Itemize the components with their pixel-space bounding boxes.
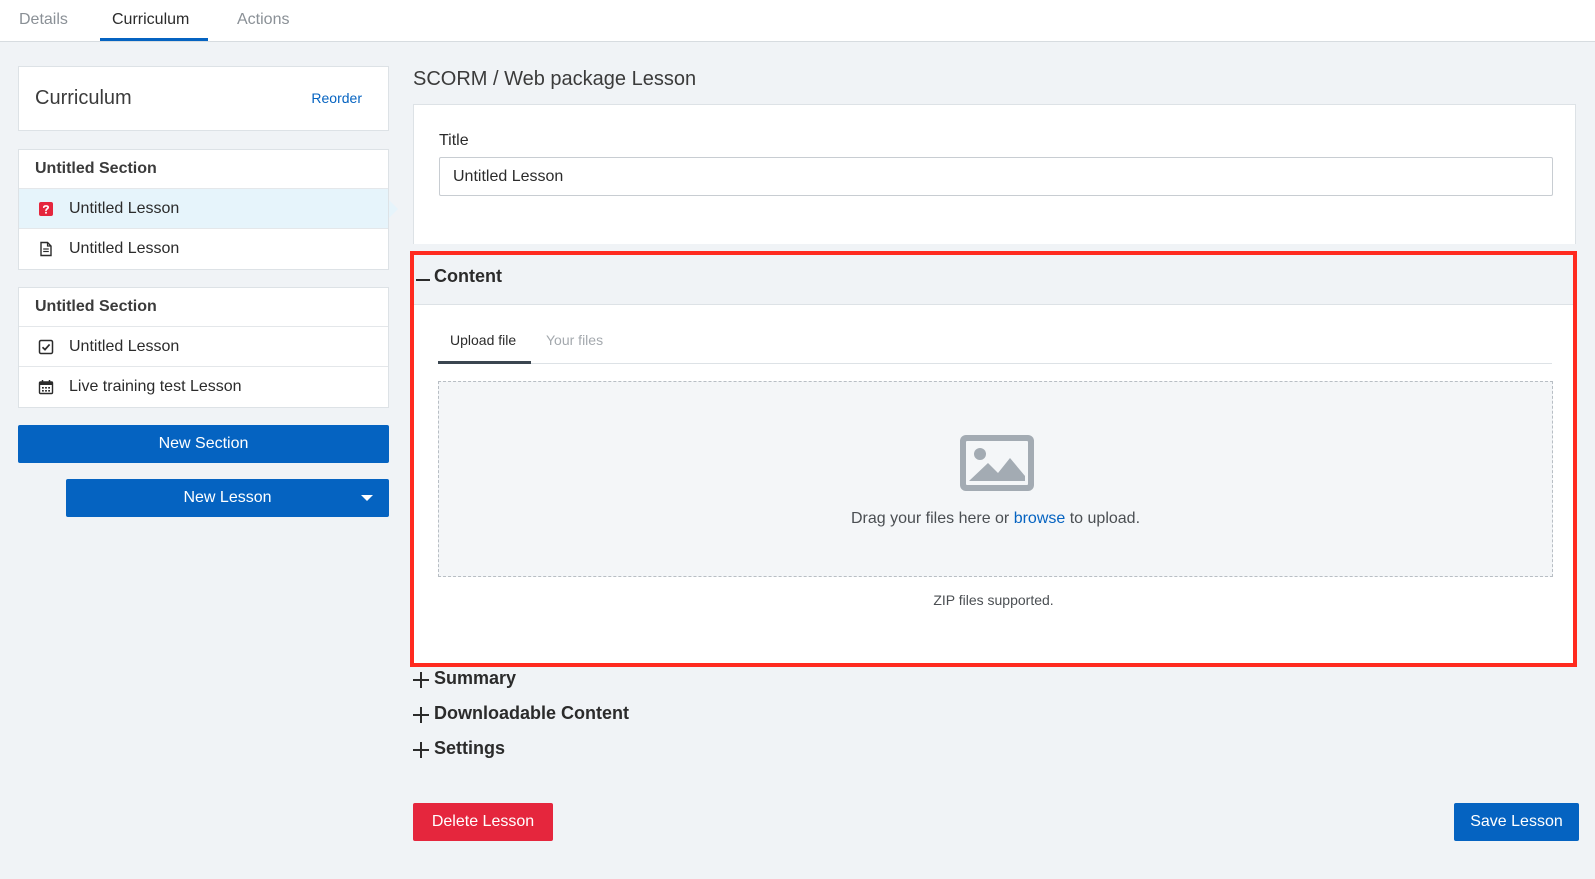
new-lesson-label: New Lesson bbox=[183, 489, 272, 506]
new-lesson-button[interactable]: New Lesson bbox=[66, 479, 389, 517]
content-accordion-header[interactable]: Content bbox=[414, 255, 1573, 305]
tab-your-files[interactable]: Your files bbox=[546, 332, 603, 348]
content-label: Content bbox=[434, 266, 502, 286]
image-icon bbox=[960, 435, 1034, 491]
lesson-label: Untitled Lesson bbox=[69, 200, 180, 217]
section-title[interactable]: Untitled Section bbox=[19, 288, 388, 327]
section-card: Untitled Section Untitled Lesson Live tr… bbox=[18, 287, 389, 408]
active-tab-indicator bbox=[100, 38, 208, 41]
title-card: Title bbox=[413, 104, 1576, 244]
tab-actions[interactable]: Actions bbox=[237, 0, 289, 42]
accordion-label: Settings bbox=[434, 738, 506, 758]
drop-text-suffix: to upload. bbox=[1065, 510, 1141, 527]
content-panel: Content Upload file Your files Drag your… bbox=[410, 251, 1577, 667]
tab-curriculum[interactable]: Curriculum bbox=[112, 0, 189, 42]
dropzone-text: Drag your files here or browse to upload… bbox=[439, 510, 1552, 528]
curriculum-title: Curriculum bbox=[35, 87, 132, 109]
active-subtab-indicator bbox=[438, 361, 531, 364]
reorder-link[interactable]: Reorder bbox=[311, 90, 362, 106]
drop-text-prefix: Drag your files here or bbox=[850, 510, 1014, 527]
expand-icon bbox=[420, 742, 422, 758]
tab-upload-file[interactable]: Upload file bbox=[450, 332, 516, 348]
curriculum-header-card: Curriculum Reorder bbox=[18, 66, 389, 131]
caret-down-icon[interactable] bbox=[361, 495, 373, 501]
zip-note: ZIP files supported. bbox=[933, 592, 1054, 608]
selected-pointer bbox=[389, 200, 398, 218]
top-tab-bar: Details Curriculum Actions bbox=[0, 0, 1595, 42]
title-input[interactable] bbox=[439, 157, 1553, 196]
lesson-item-selected[interactable]: Untitled Lesson bbox=[19, 189, 398, 229]
delete-lesson-button[interactable]: Delete Lesson bbox=[413, 803, 553, 841]
accordion-label: Downloadable Content bbox=[434, 703, 629, 723]
lesson-label: Untitled Lesson bbox=[69, 338, 180, 355]
lesson-item[interactable]: Untitled Lesson bbox=[19, 229, 388, 269]
page-title: SCORM / Web package Lesson bbox=[413, 68, 697, 90]
checkbox-icon bbox=[38, 339, 54, 355]
file-dropzone[interactable]: Drag your files here or browse to upload… bbox=[438, 381, 1553, 577]
lesson-item[interactable]: Untitled Lesson bbox=[19, 327, 388, 367]
document-icon bbox=[40, 241, 52, 257]
lesson-label: Untitled Lesson bbox=[69, 240, 180, 257]
section-title[interactable]: Untitled Section bbox=[19, 150, 388, 189]
save-lesson-button[interactable]: Save Lesson bbox=[1454, 803, 1579, 841]
new-section-button[interactable]: New Section bbox=[18, 425, 389, 463]
upload-tabs: Upload file Your files bbox=[438, 321, 1552, 364]
section-card: Untitled Section Untitled Lesson Untitle… bbox=[18, 149, 398, 270]
browse-link[interactable]: browse bbox=[1014, 510, 1066, 527]
expand-icon bbox=[420, 672, 422, 688]
quiz-icon bbox=[39, 202, 53, 216]
tab-details[interactable]: Details bbox=[19, 0, 68, 42]
lesson-label: Live training test Lesson bbox=[69, 378, 242, 395]
collapse-icon bbox=[416, 279, 430, 281]
lesson-item[interactable]: Live training test Lesson bbox=[19, 367, 388, 407]
title-label: Title bbox=[439, 132, 469, 149]
calendar-icon bbox=[38, 380, 54, 395]
accordion-label: Summary bbox=[434, 668, 517, 688]
expand-icon bbox=[420, 707, 422, 723]
